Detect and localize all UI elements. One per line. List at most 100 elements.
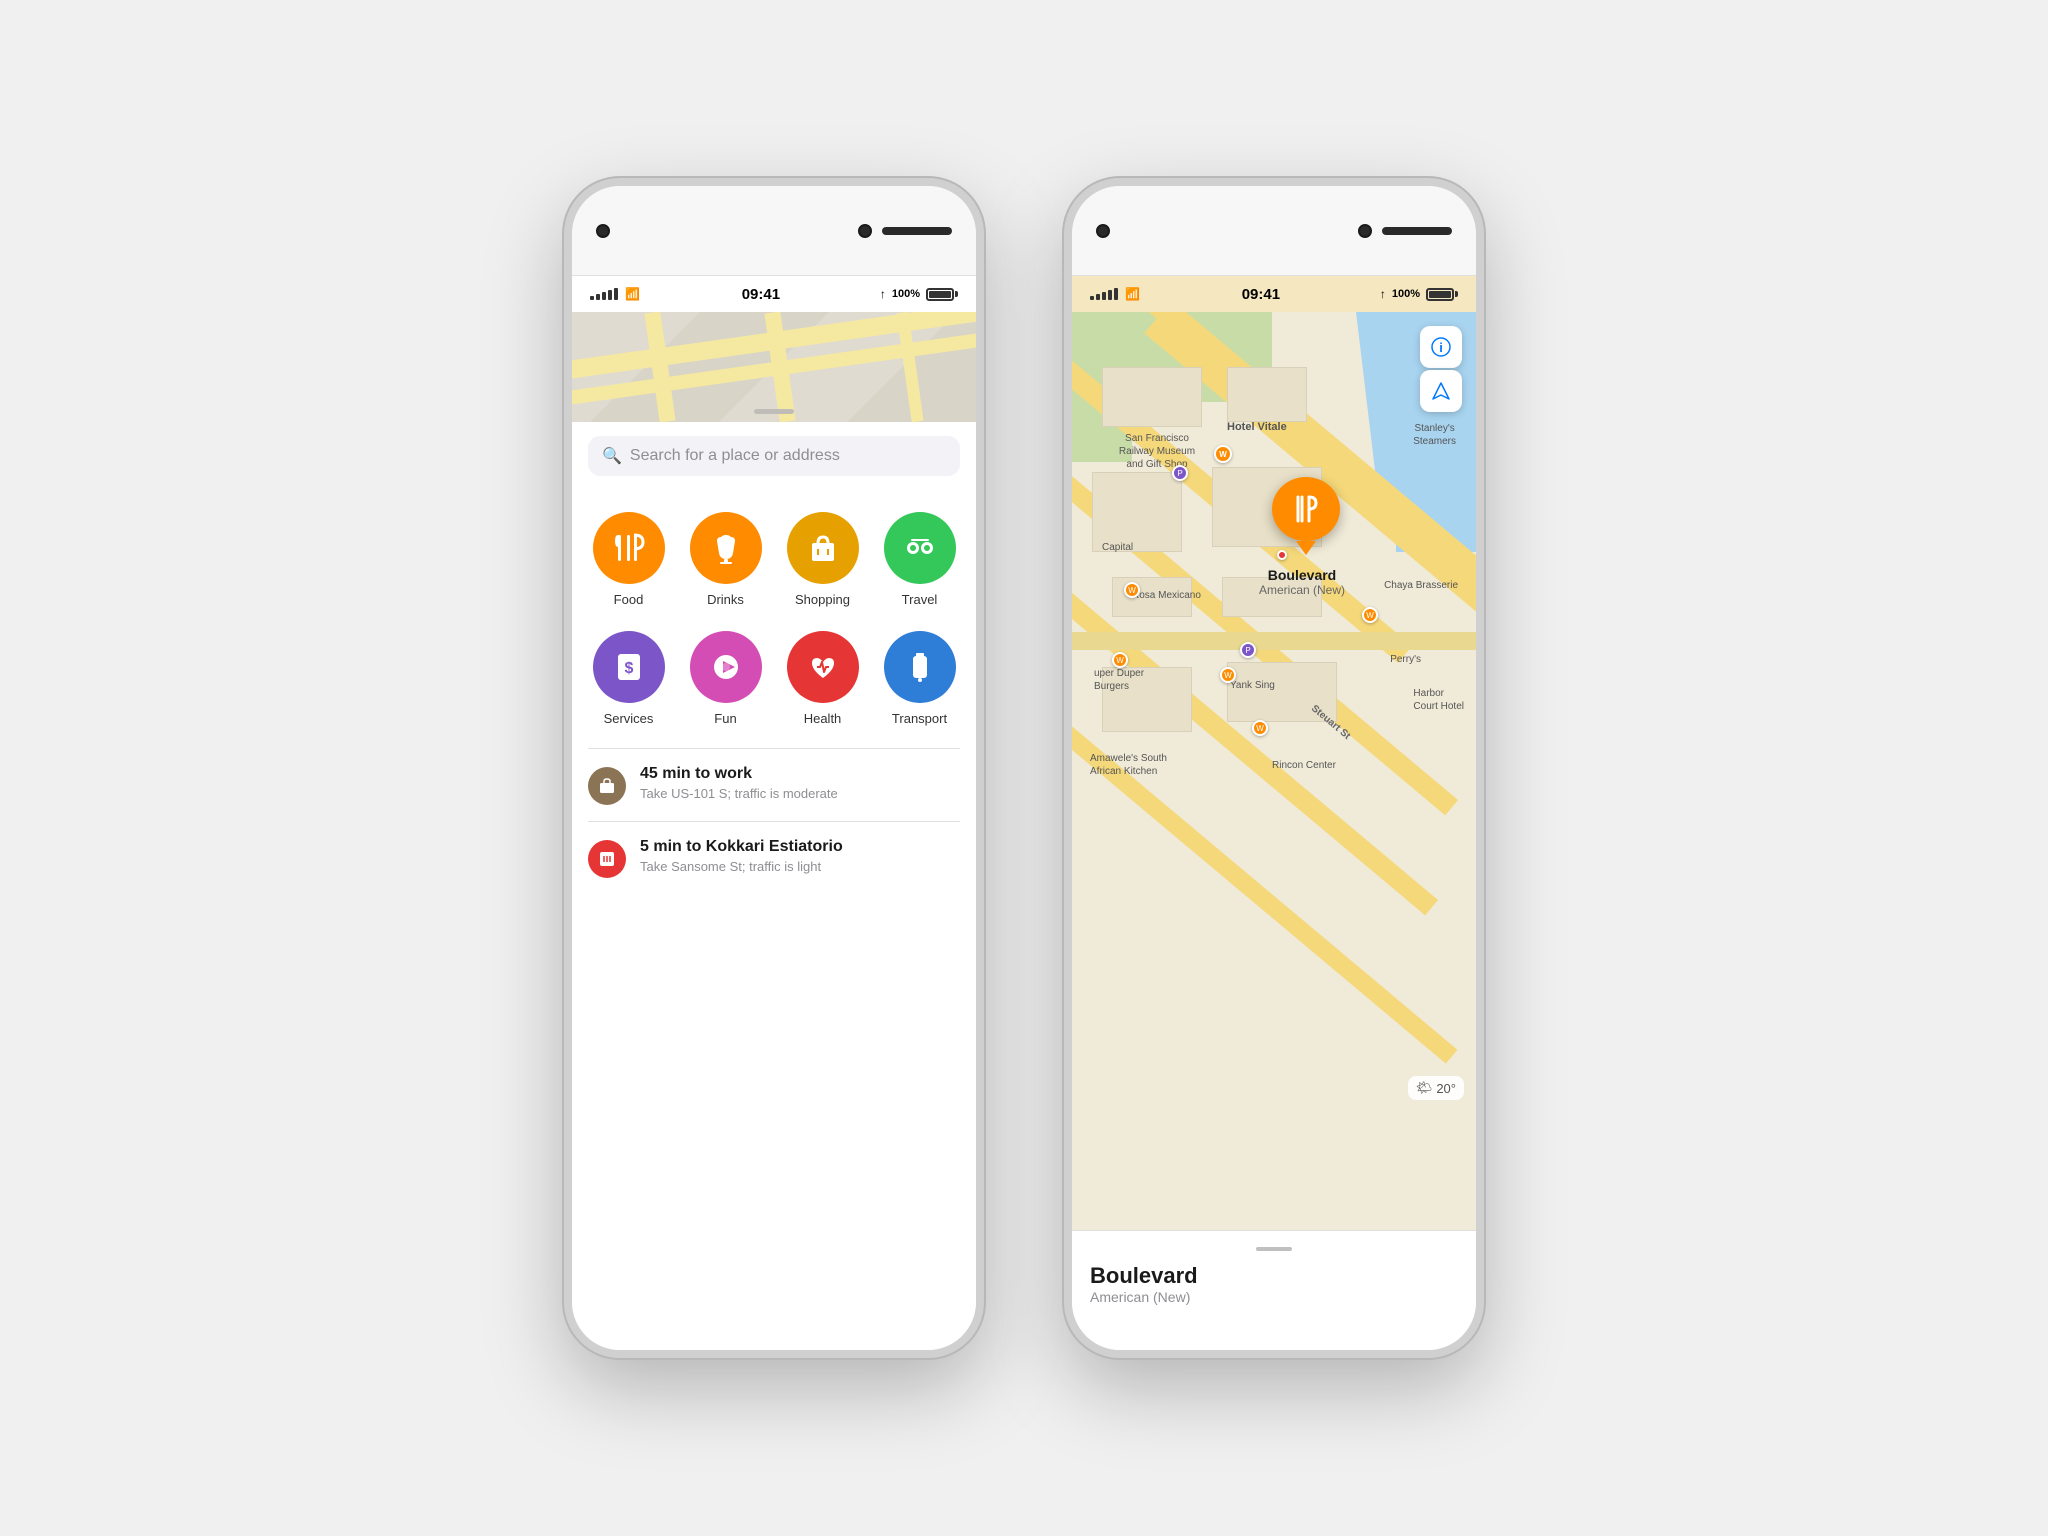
shopping-icon (806, 531, 840, 565)
rincon-dot: W (1252, 720, 1268, 736)
signal-strength (590, 288, 618, 300)
boulevard-type: American (New) (1237, 583, 1367, 597)
category-transport-icon (884, 631, 956, 703)
phone-2: 📶 09:41 ↑ 100% (1064, 178, 1484, 1358)
fun-icon (709, 650, 743, 684)
phone-2-camera-area (1358, 224, 1452, 238)
battery-tip-2 (1455, 291, 1458, 297)
battery-fill (929, 291, 951, 298)
category-services[interactable]: $ Services (580, 619, 677, 738)
status-left: 📶 (590, 287, 642, 301)
route-restaurant[interactable]: 5 min to Kokkari Estiatorio Take Sansome… (572, 822, 976, 894)
map-pin-boulevard[interactable] (1272, 477, 1340, 555)
hotel-vitale-label: Hotel Vitale (1227, 420, 1287, 434)
status-left-2: 📶 (1090, 287, 1142, 301)
boulevard-name: Boulevard (1237, 567, 1367, 583)
category-food-icon (593, 512, 665, 584)
category-drinks-label: Drinks (707, 592, 744, 607)
block-1 (1102, 367, 1202, 427)
category-travel-icon (884, 512, 956, 584)
speaker (882, 227, 952, 235)
svg-text:$: $ (624, 660, 633, 677)
boulevard-label-area: Boulevard American (New) (1237, 567, 1367, 597)
signal-bar-1 (590, 296, 594, 300)
transport-icon (903, 650, 937, 684)
category-fun-label: Fun (714, 711, 736, 726)
travel-icon (903, 531, 937, 565)
pin-tail (1296, 541, 1316, 555)
signal-bar-2-1 (1090, 296, 1094, 300)
horiz-road (1072, 632, 1476, 650)
map-location-button[interactable] (1420, 370, 1462, 412)
signal-bar-2-3 (1102, 292, 1106, 300)
map-info-button[interactable]: i (1420, 326, 1462, 368)
category-travel-label: Travel (902, 592, 938, 607)
category-shopping[interactable]: Shopping (774, 500, 871, 619)
phone-top-hardware (572, 186, 976, 276)
map-full: i Hotel Vitale San FranciscoRailway Muse… (1072, 312, 1476, 1230)
category-health-icon (787, 631, 859, 703)
battery-body (926, 288, 954, 301)
wifi-icon-2: 📶 (1125, 287, 1140, 301)
bottom-sheet-handle (1256, 1247, 1292, 1251)
signal-bar-4 (608, 290, 612, 300)
yanksing-label: Yank Sing (1230, 680, 1275, 691)
info-icon: i (1430, 336, 1452, 358)
chaya-dot: W (1362, 607, 1378, 623)
category-food[interactable]: Food (580, 500, 677, 619)
bottom-sheet: Boulevard American (New) (1072, 1230, 1476, 1350)
amawele-label: Amawele's SouthAfrican Kitchen (1090, 752, 1167, 778)
status-right-2: ↑ 100% (1380, 287, 1458, 301)
battery-tip (955, 291, 958, 297)
battery-1 (926, 288, 958, 301)
bottom-sheet-title: Boulevard (1090, 1263, 1458, 1289)
battery-2 (1426, 288, 1458, 301)
category-fun[interactable]: Fun (677, 619, 774, 738)
category-health[interactable]: Health (774, 619, 871, 738)
hotel-dot: W (1214, 445, 1232, 463)
location-icon: ↑ (880, 287, 886, 301)
restaurant-route-text: 5 min to Kokkari Estiatorio Take Sansome… (640, 838, 843, 874)
weather-badge: 🌤 20° (1408, 1076, 1464, 1100)
search-placeholder: Search for a place or address (630, 447, 840, 465)
weather-icon: 🌤 (1416, 1080, 1433, 1096)
signal-bar-2 (596, 294, 600, 300)
briefcase-icon (597, 776, 617, 796)
work-route-subtitle: Take US-101 S; traffic is moderate (640, 786, 838, 801)
perrys-label: Perry's (1390, 654, 1421, 665)
category-travel[interactable]: Travel (871, 500, 968, 619)
category-transport-label: Transport (892, 711, 947, 726)
work-route-text: 45 min to work Take US-101 S; traffic is… (640, 765, 838, 801)
category-transport[interactable]: Transport (871, 619, 968, 738)
capital-label: Capital (1102, 542, 1133, 553)
superduper-label: uper DuperBurgers (1094, 667, 1144, 693)
health-icon (806, 650, 840, 684)
stanleys-label: Stanley'sSteamers (1413, 422, 1456, 448)
yanksing-dot: W (1220, 667, 1236, 683)
signal-bar-2-2 (1096, 294, 1100, 300)
signal-bar-2-4 (1108, 290, 1112, 300)
restaurant-icon (588, 840, 626, 878)
parking-dot: P (1240, 642, 1256, 658)
rosa-mexicano-label: Rosa Mexicano (1132, 590, 1201, 601)
category-drinks[interactable]: Drinks (677, 500, 774, 619)
pin-food-icon (1288, 491, 1324, 527)
category-grid: Food Drinks (572, 490, 976, 748)
category-health-label: Health (804, 711, 842, 726)
svg-text:i: i (1439, 340, 1443, 355)
navigate-icon (1431, 381, 1451, 401)
museum-dot: P (1172, 465, 1188, 481)
search-bar[interactable]: 🔍 Search for a place or address (588, 436, 960, 476)
search-icon: 🔍 (602, 446, 622, 466)
weather-temp: 20° (1436, 1081, 1456, 1096)
rosa-dot: W (1124, 582, 1140, 598)
status-bar-2: 📶 09:41 ↑ 100% (1072, 276, 1476, 312)
restaurant-route-icon (597, 849, 617, 869)
harbor-label: HarborCourt Hotel (1413, 687, 1464, 713)
route-work[interactable]: 45 min to work Take US-101 S; traffic is… (572, 749, 976, 821)
drag-indicator (754, 409, 794, 414)
battery-percent-1: 100% (892, 288, 920, 300)
restaurant-route-title: 5 min to Kokkari Estiatorio (640, 838, 843, 856)
status-time-2: 09:41 (1242, 286, 1280, 303)
services-icon: $ (612, 650, 646, 684)
